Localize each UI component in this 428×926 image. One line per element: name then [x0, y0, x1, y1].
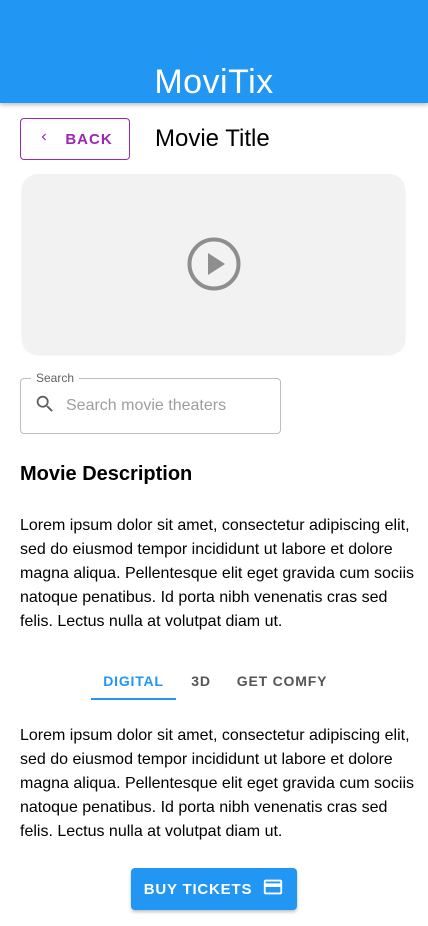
credit-card-icon [262, 876, 284, 902]
search-field[interactable]: Search [20, 371, 281, 434]
description-heading: Movie Description [20, 463, 193, 485]
tab-digital[interactable]: DIGITAL [91, 662, 176, 700]
app-title: MoviTix [154, 63, 274, 101]
search-icon [34, 393, 56, 420]
search-input[interactable] [66, 397, 266, 415]
back-button[interactable]: BACK [20, 118, 130, 160]
buy-tickets-button[interactable]: BUY TICKETS [131, 868, 297, 910]
format-tabs: DIGITAL 3D GET COMFY [91, 662, 338, 700]
play-circle-icon[interactable] [186, 236, 242, 292]
video-player[interactable] [22, 174, 405, 354]
tab-content-text: Lorem ipsum dolor sit amet, consectetur … [20, 727, 415, 840]
buy-tickets-label: BUY TICKETS [143, 880, 253, 898]
description-text: Lorem ipsum dolor sit amet, consectetur … [20, 517, 415, 630]
tab-3d[interactable]: 3D [176, 662, 226, 700]
app-bar: MoviTix [0, 0, 428, 103]
tab-get-comfy[interactable]: GET COMFY [226, 662, 338, 700]
search-label: Search [31, 371, 80, 385]
chevron-left-icon [37, 130, 51, 148]
page-title: Movie Title [155, 125, 270, 152]
back-button-label: BACK [65, 130, 113, 148]
